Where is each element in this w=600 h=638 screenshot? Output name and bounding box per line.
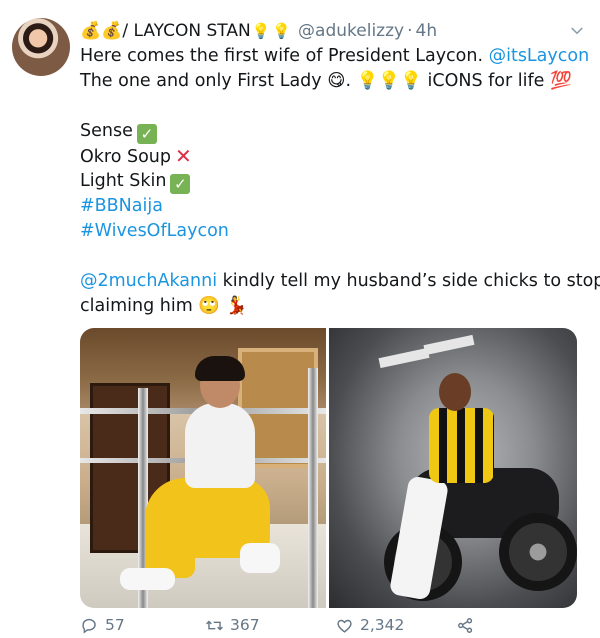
figure-shape (120, 568, 175, 590)
share-icon (458, 617, 473, 633)
cross-mark-icon: ✕ (175, 144, 192, 168)
display-name[interactable]: 💰💰/ LAYCON STAN (80, 18, 251, 44)
wheel-shape (499, 513, 577, 591)
light-shape (423, 334, 475, 356)
action-bar: 57 367 2,342 (80, 613, 580, 637)
tweet-line: Okro Soup ✕ (80, 144, 590, 169)
tweet-text: Here comes the first wife of President L… (80, 46, 489, 66)
tweet-text: kindly tell my husband’s side chicks to … (217, 271, 600, 291)
tweet-line: The one and only First Lady 😋. 💡💡💡 iCONS… (80, 71, 572, 91)
reply-button[interactable]: 57 (80, 616, 125, 635)
chevron-down-icon[interactable] (568, 22, 586, 40)
figure-shape (240, 543, 280, 573)
avatar[interactable] (12, 18, 70, 76)
photo-woman[interactable] (80, 328, 326, 608)
check-mark-icon: ✓ (136, 124, 157, 144)
light-shape (378, 347, 430, 369)
tweet-line: Here comes the first wife of President L… (80, 44, 590, 69)
figure-shape (185, 403, 255, 488)
media-grid (80, 328, 577, 608)
user-handle[interactable]: @adukelizzy (298, 18, 404, 44)
tweet-line: Sense ✓ (80, 119, 590, 144)
like-icon (337, 619, 352, 633)
tweet-line: Light Skin ✓ (80, 169, 590, 194)
lightbulb-emoji: 💡 (272, 22, 292, 40)
tweet-text: Okro Soup (80, 147, 172, 167)
timestamp[interactable]: 4h (416, 18, 438, 44)
tweet-line: claiming him 🙄 💃 (80, 296, 248, 316)
figure-shape (429, 408, 494, 483)
share-button[interactable] (456, 616, 481, 635)
retweet-icon (206, 620, 223, 630)
reply-count: 57 (105, 616, 125, 634)
post-shape (308, 368, 318, 608)
tweet-text: Sense (80, 121, 133, 141)
figure-shape (195, 356, 245, 381)
like-button[interactable]: 2,342 (335, 616, 404, 635)
hashtag-link[interactable]: #BBNaija (80, 194, 590, 219)
check-mark-icon: ✓ (170, 174, 191, 194)
hashtag-link[interactable]: #WivesOfLaycon (80, 219, 590, 244)
retweet-count: 367 (230, 616, 260, 634)
tweet-body: Here comes the first wife of President L… (80, 44, 600, 319)
mention-link[interactable]: @itsLaycon (489, 46, 590, 66)
separator-dot: · (407, 21, 413, 41)
tweet[interactable]: 💰💰/ LAYCON STAN 💡 💡 @adukelizzy · 4h Her… (0, 0, 600, 638)
tweet-text: Light Skin (80, 171, 167, 191)
figure-shape (439, 373, 471, 411)
lightbulb-emoji: 💡 (251, 22, 271, 40)
tweet-line: @2muchAkanni kindly tell my husband’s si… (80, 269, 600, 294)
retweet-button[interactable]: 367 (205, 616, 260, 635)
tweet-header: 💰💰/ LAYCON STAN 💡 💡 @adukelizzy · 4h (80, 18, 580, 44)
mention-link[interactable]: @2muchAkanni (80, 271, 217, 291)
photo-man-motorbike[interactable] (329, 328, 577, 608)
like-count: 2,342 (360, 616, 405, 634)
reply-icon (82, 618, 96, 634)
